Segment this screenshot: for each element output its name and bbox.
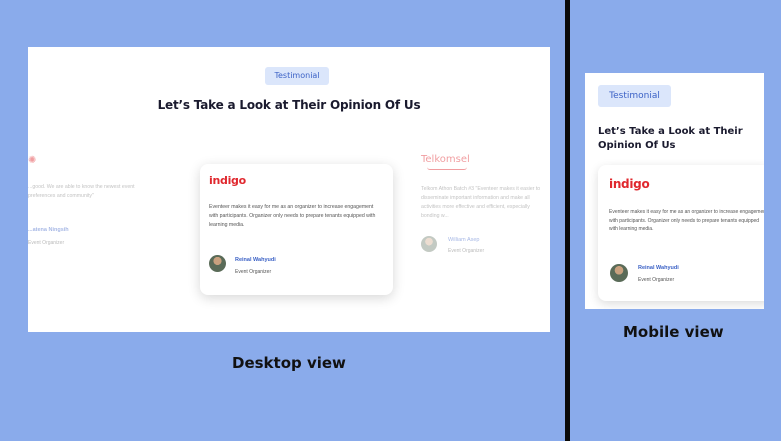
person-name: Reinal Wahyudi	[235, 257, 276, 263]
mobile-mockup: Testimonial Let’s Take a Look at Their O…	[585, 73, 764, 309]
brand-logo: indigo	[609, 177, 650, 191]
section-title: Let’s Take a Look at Their Opinion Of Us	[157, 98, 421, 112]
brand-logo: Telkomsel	[421, 154, 470, 165]
person-name: William Asep	[448, 237, 480, 243]
avatar	[421, 236, 437, 252]
brand-logo-icon: ✺	[28, 155, 37, 166]
testimonial-card-left[interactable]: ✺ ...good. We are able to know the newes…	[28, 155, 158, 255]
testimonial-quote: Eventeer makes it easy for me as an orga…	[209, 204, 376, 228]
testimonial-badge: Testimonial	[265, 67, 329, 85]
brand-logo-swoosh-icon	[427, 167, 467, 170]
person-name: Reinal Wahyudi	[638, 265, 679, 271]
person-name: ...atena Ningsih	[28, 227, 69, 233]
person-role: Event Organizer	[235, 269, 272, 275]
testimonial-quote: ...good. We are able to know the newest …	[28, 184, 135, 199]
testimonial-quote: Telkom Athon Batch #3 "Eventeer makes it…	[421, 186, 541, 219]
avatar	[209, 255, 226, 272]
section-title: Let’s Take a Look at Their Opinion Of Us	[598, 126, 743, 151]
view-divider	[565, 0, 570, 441]
testimonial-card-center[interactable]: indigo Eventeer makes it easy for me as …	[200, 164, 393, 295]
testimonial-badge: Testimonial	[598, 85, 671, 107]
mobile-caption: Mobile view	[623, 323, 724, 341]
person-role: Event Organizer	[448, 248, 485, 254]
testimonial-quote: Eventeer makes it easy for me as an orga…	[609, 209, 764, 232]
testimonial-card[interactable]: indigo Eventeer makes it easy for me as …	[598, 165, 764, 301]
person-role: Event Organizer	[638, 277, 675, 283]
desktop-caption: Desktop view	[232, 354, 346, 372]
desktop-mockup: Testimonial Let’s Take a Look at Their O…	[28, 47, 550, 332]
avatar	[610, 264, 628, 282]
person-role: Event Organizer	[28, 240, 65, 246]
testimonial-card-right[interactable]: Telkomsel Telkom Athon Batch #3 "Eventee…	[421, 154, 550, 264]
brand-logo: indigo	[209, 174, 246, 187]
